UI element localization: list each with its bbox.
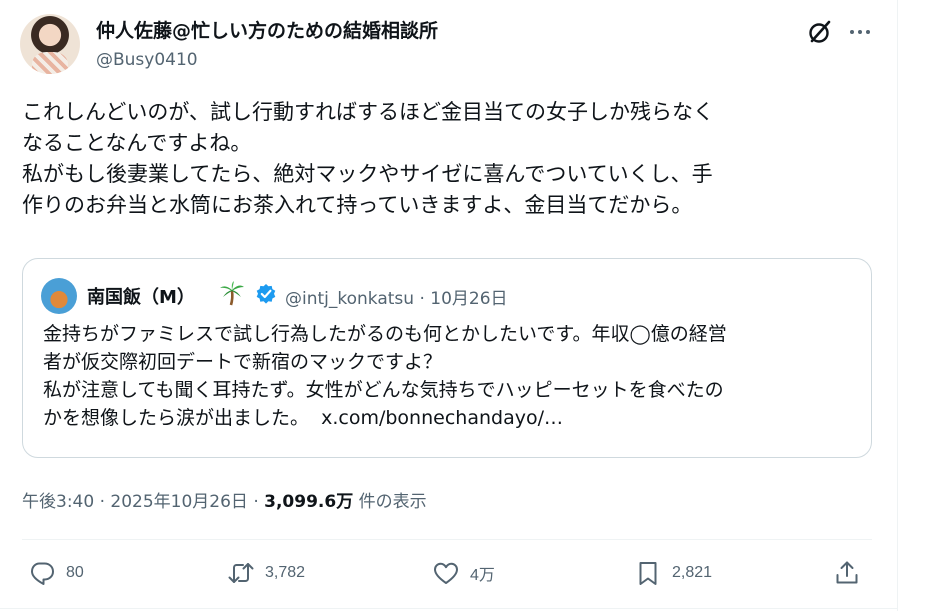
retweet-button[interactable]: 3,782 <box>227 558 305 588</box>
quoted-line: 金持ちがファミレスで試し行為したがるのも何とかしたいです。年収◯億の経営 <box>43 323 727 345</box>
tweet-text: これしんどいのが、試し行動すればするほど金目当ての女子しか残らなく なることなん… <box>22 97 872 221</box>
grok-icon[interactable] <box>806 18 834 46</box>
tweet-header: 仲人佐藤@忙しい方のための結婚相談所 @Busy0410 <box>20 12 880 76</box>
quoted-last-line: かを想像したら涙が出ました。 <box>43 407 310 429</box>
quoted-avatar[interactable] <box>41 278 77 314</box>
like-icon <box>434 562 458 584</box>
avatar[interactable] <box>20 14 80 74</box>
view-count: 3,099.6万 <box>264 492 354 512</box>
tweet-line: 作りのお弁当と水筒にお茶入れて持っていきますよ、金目当てだから。 <box>22 193 693 217</box>
quoted-tweet[interactable]: 南国飯（M） @intj_konkatsu · 10月26日 金持ちがファミレス… <box>22 258 872 458</box>
like-count: 4万 <box>470 567 495 584</box>
divider <box>0 608 897 609</box>
column-divider <box>897 0 898 611</box>
action-bar: 80 3,782 4万 2,821 <box>22 540 872 608</box>
tweet-meta: 午後3:40 · 2025年10月26日 · 3,099.6万 件の表示 <box>22 487 427 512</box>
quoted-line: かを想像したら涙が出ました。 x.com/bonnechandayo/… <box>43 404 863 432</box>
quoted-line: 私が注意しても聞く耳持たず。女性がどんな気持ちでハッピーセットを食べたの <box>43 379 724 401</box>
reply-count: 80 <box>66 564 84 581</box>
quoted-text: 金持ちがファミレスで試し行為したがるのも何とかしたいです。年収◯億の経営 者が仮… <box>43 320 863 432</box>
bookmark-icon <box>639 562 657 585</box>
bookmark-button[interactable]: 2,821 <box>634 558 712 588</box>
tweet-line: なることなんですよね。 <box>22 131 252 155</box>
retweet-count: 3,782 <box>265 564 306 581</box>
quoted-author-name: 南国飯（M） <box>87 287 195 308</box>
view-count-label: 件の表示 <box>353 492 427 512</box>
verified-badge-icon <box>256 284 276 304</box>
reply-button[interactable]: 80 <box>28 558 84 588</box>
author-name[interactable]: 仲人佐藤@忙しい方のための結婚相談所 <box>96 16 438 43</box>
quoted-handle-date: @intj_konkatsu · 10月26日 <box>285 289 508 309</box>
share-button[interactable] <box>833 558 861 588</box>
more-icon[interactable] <box>846 18 874 46</box>
bookmark-count: 2,821 <box>672 564 713 581</box>
palm-tree-icon <box>220 281 244 306</box>
like-button[interactable]: 4万 <box>432 558 495 588</box>
quoted-line: 者が仮交際初回デートで新宿のマックですよ？ <box>43 351 443 373</box>
author-handle[interactable]: @Busy0410 <box>96 50 198 70</box>
retweet-icon <box>228 563 254 583</box>
tweet-line: 私がもし後妻業してたら、絶対マックやサイゼに喜んでついていくし、手 <box>22 162 713 186</box>
quoted-link[interactable]: x.com/bonnechandayo/… <box>321 407 563 429</box>
share-icon <box>836 561 858 584</box>
reply-icon <box>31 562 54 585</box>
timestamp[interactable]: 午後3:40 · 2025年10月26日 · <box>22 492 264 512</box>
tweet-line: これしんどいのが、試し行動すればするほど金目当ての女子しか残らなく <box>22 100 714 124</box>
